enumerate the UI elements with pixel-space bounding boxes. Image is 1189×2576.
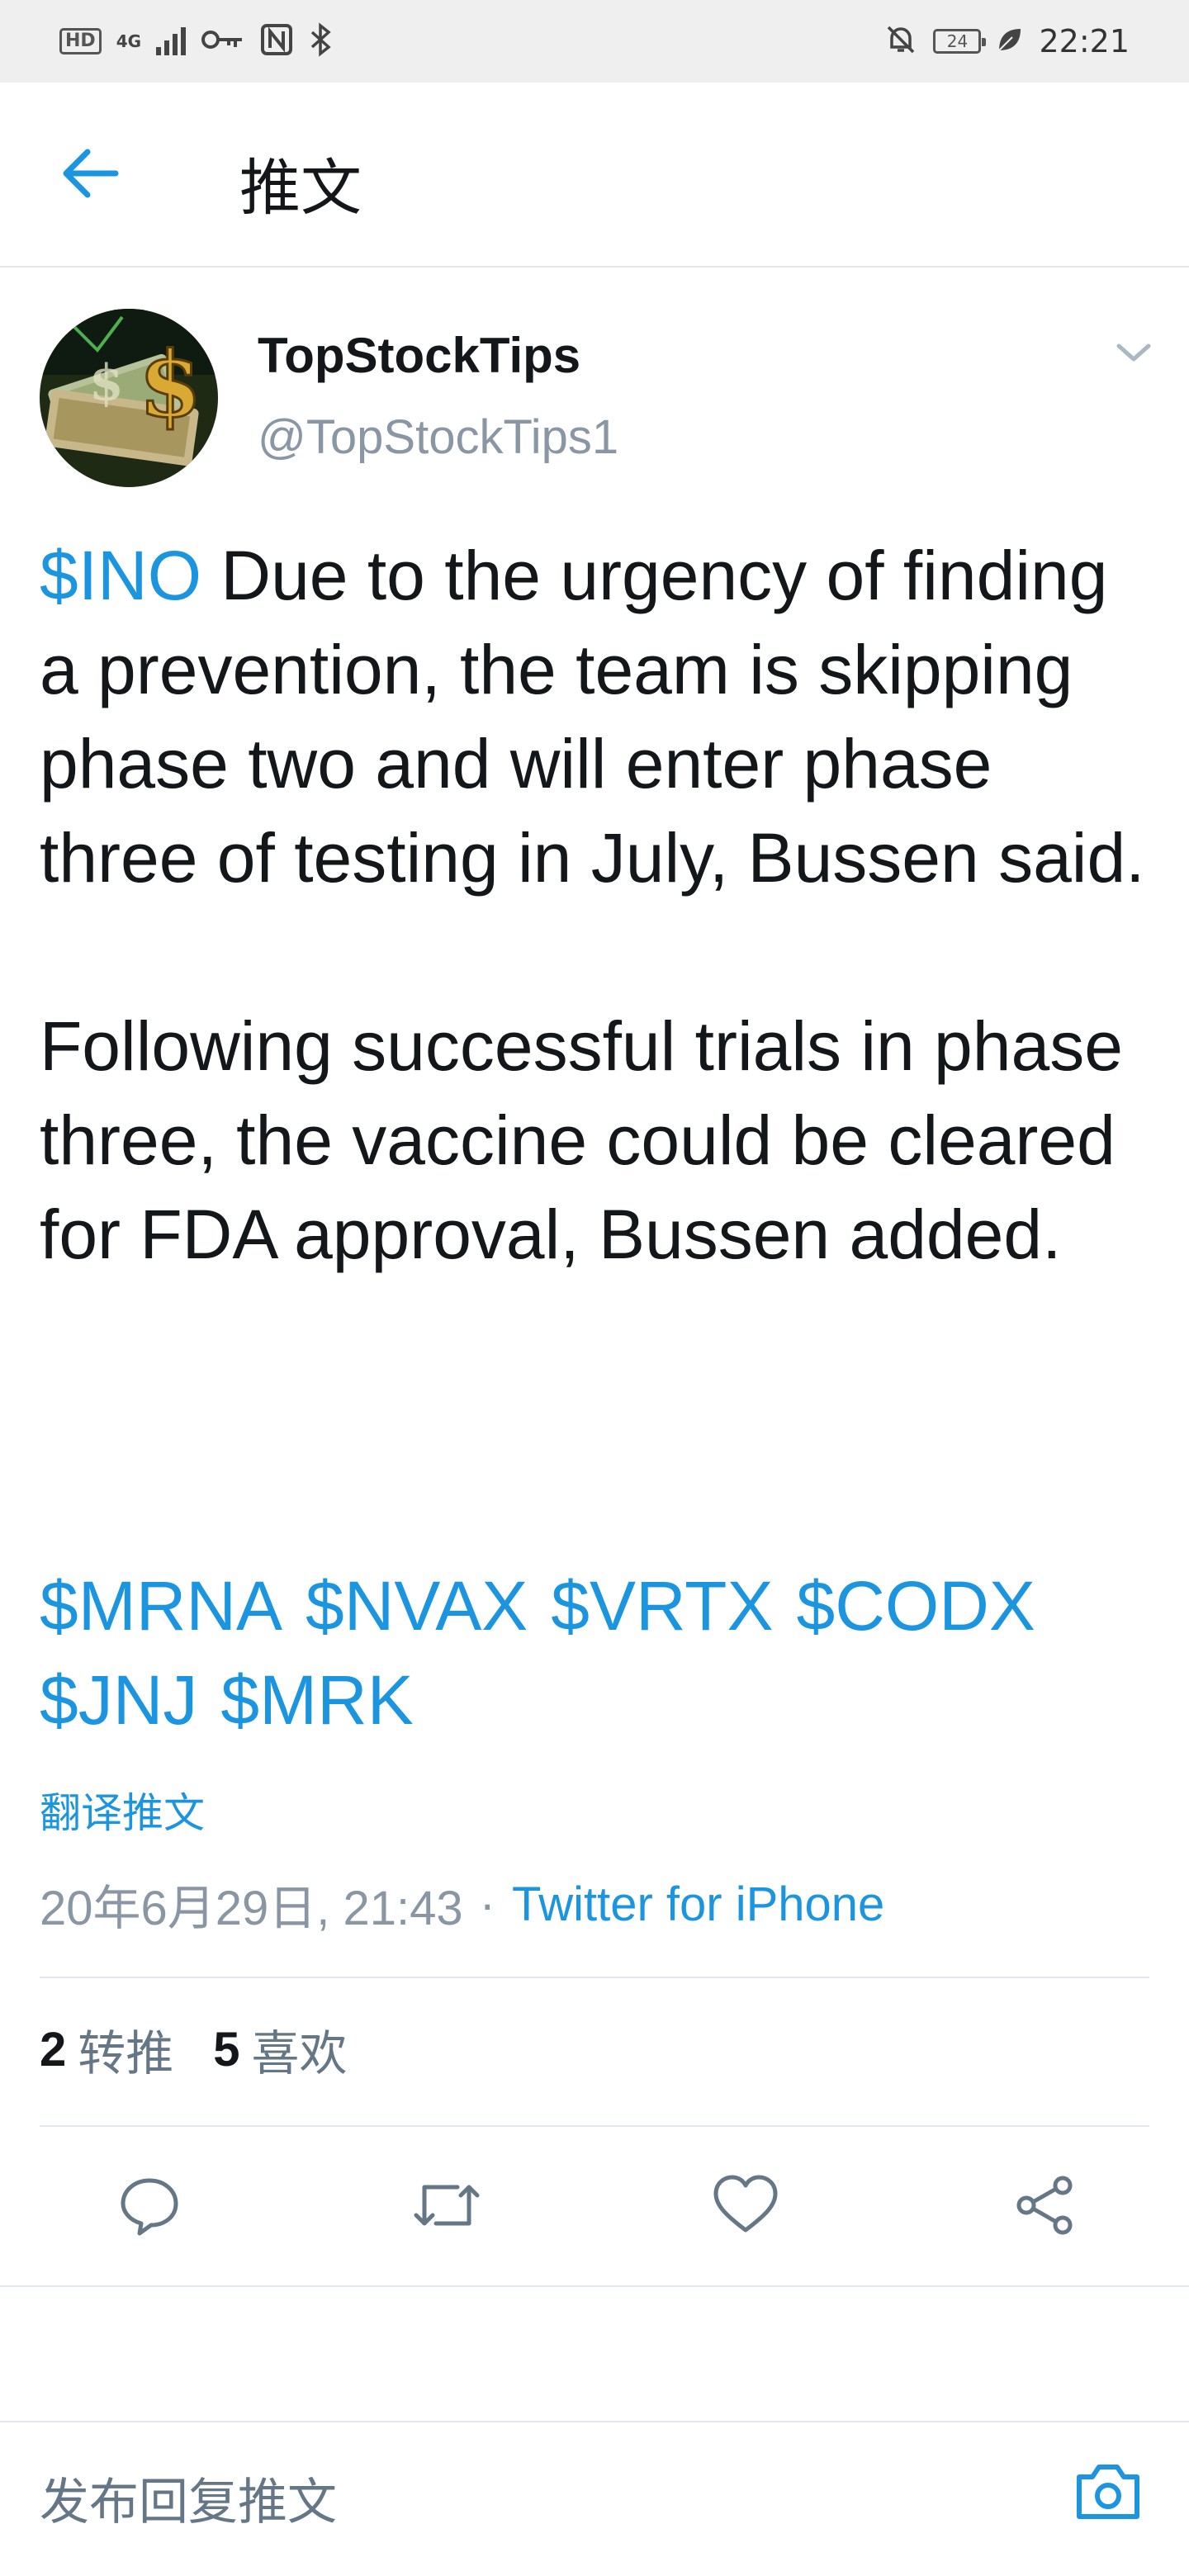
reply-icon <box>116 2172 182 2242</box>
meta-separator: · <box>479 1877 495 1931</box>
tweet-text: $INO Due to the urgency of finding a pre… <box>40 528 1163 1281</box>
status-bar: HD 4G 24 22:21 <box>0 0 1189 83</box>
camera-button[interactable] <box>1068 2452 1148 2535</box>
chevron-down-icon <box>1116 341 1152 368</box>
author-handle[interactable]: @TopStockTips1 <box>258 410 618 465</box>
paragraph-1-text: Due to the urgency of finding a preventi… <box>40 537 1145 897</box>
tweet-paragraph-2: Following successful trials in phase thr… <box>40 1007 1123 1273</box>
reply-input[interactable]: 发布回复推文 <box>40 2462 337 2534</box>
author-name[interactable]: TopStockTips <box>258 327 580 384</box>
cashtag-link[interactable]: $JNJ <box>40 1661 197 1739</box>
retweets-stat[interactable]: 2 转推 <box>40 2015 173 2084</box>
like-button[interactable] <box>700 2162 791 2252</box>
tweet-actions <box>0 2127 1189 2285</box>
retweet-icon <box>410 2172 484 2242</box>
svg-text:$: $ <box>139 331 202 438</box>
translate-link[interactable]: 翻译推文 <box>40 1780 205 1840</box>
tweet-paragraph-1: $INO Due to the urgency of finding a pre… <box>40 528 1163 905</box>
reply-bar: 发布回复推文 <box>0 2411 1189 2576</box>
reply-button[interactable] <box>104 2162 195 2252</box>
likes-stat[interactable]: 5 喜欢 <box>213 2015 347 2084</box>
back-button[interactable] <box>56 145 122 205</box>
cashtag-link[interactable]: $INO <box>40 537 201 614</box>
key-icon <box>201 26 245 57</box>
tweet-menu-button[interactable] <box>1110 330 1158 378</box>
svg-text:$: $ <box>89 354 124 412</box>
retweet-button[interactable] <box>401 2162 492 2252</box>
status-bar-left: HD 4G <box>59 22 333 60</box>
tweet-stats: 2 转推 5 喜欢 <box>40 2015 387 2084</box>
cashtag-link[interactable]: $NVAX <box>306 1567 528 1645</box>
network-type: 4G <box>116 31 142 51</box>
cashtag-link[interactable]: $MRK <box>220 1661 413 1739</box>
timestamp[interactable]: 20年6月29日, 21:43 <box>40 1869 463 1939</box>
battery-icon: 24 <box>933 29 987 54</box>
clock: 22:21 <box>1039 23 1130 59</box>
hd-icon: HD <box>59 28 102 54</box>
like-icon <box>711 2172 780 2242</box>
nfc-icon <box>260 23 293 59</box>
mute-icon <box>883 22 918 60</box>
cashtag-list: $MRNA $NVAX $VRTX $CODX $JNJ $MRK <box>40 1559 1163 1747</box>
arrow-left-icon <box>59 149 119 202</box>
cashtag-link[interactable]: $MRNA <box>40 1567 282 1645</box>
camera-icon <box>1073 2460 1144 2527</box>
tweet-meta: 20年6月29日, 21:43 · Twitter for iPhone <box>40 1869 884 1939</box>
share-icon <box>1011 2172 1078 2242</box>
share-button[interactable] <box>999 2162 1090 2252</box>
cashtag-link[interactable]: $VRTX <box>551 1567 773 1645</box>
cashtag-link[interactable]: $CODX <box>797 1567 1035 1645</box>
avatar[interactable]: $ $ <box>40 309 218 487</box>
divider <box>0 2285 1189 2287</box>
retweets-label: 转推 <box>78 2027 174 2081</box>
bluetooth-icon <box>308 22 333 60</box>
page-title: 推文 <box>239 153 362 224</box>
likes-label: 喜欢 <box>251 2027 348 2081</box>
signal-icon <box>156 27 187 55</box>
leaf-icon <box>996 26 1024 57</box>
status-bar-right: 24 22:21 <box>883 22 1130 60</box>
retweets-count: 2 <box>40 2022 67 2076</box>
likes-count: 5 <box>213 2022 240 2076</box>
source-link[interactable]: Twitter for iPhone <box>512 1877 884 1932</box>
divider <box>40 1977 1149 1978</box>
app-header: 推文 <box>0 83 1189 268</box>
